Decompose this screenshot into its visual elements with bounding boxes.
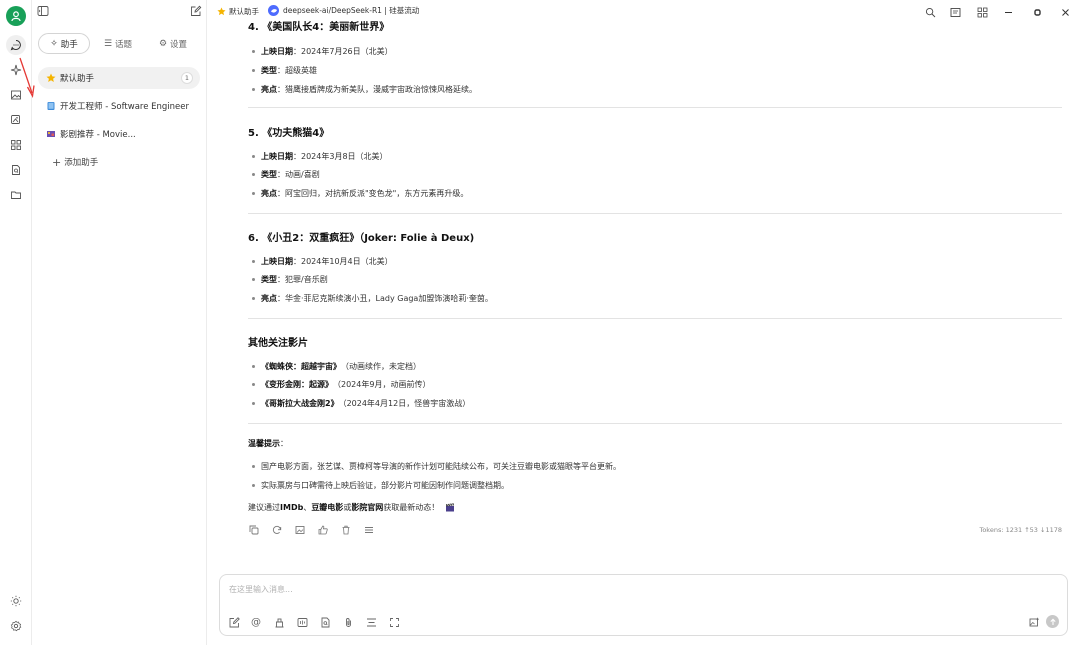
image-translate-icon[interactable] [6, 110, 26, 130]
tab-topics[interactable]: ☰ 话题 [90, 33, 146, 54]
list-item: 《哥斯拉大战金刚2》 （2024年4月12日，怪兽宇宙激战） [252, 398, 470, 409]
search-icon[interactable] [923, 5, 937, 19]
list-item: 亮点 ：华金·菲尼克斯续演小丑，Lady Gaga加盟饰演哈莉·奎茵。 [252, 293, 493, 304]
assistant-icon[interactable] [273, 616, 285, 628]
list-item: 《变形金刚：起源》 （2024年9月，动画前传） [252, 379, 430, 390]
minimize-icon[interactable] [1001, 5, 1015, 19]
new-chat-icon[interactable] [190, 5, 202, 17]
tab-settings[interactable]: ⚙ 设置 [146, 33, 200, 54]
thumbs-up-icon[interactable] [317, 524, 329, 536]
list-icon: ☰ [103, 38, 113, 49]
image-generate-icon[interactable] [1028, 616, 1040, 628]
mention-icon[interactable]: @ [250, 616, 262, 628]
divider [248, 213, 1062, 214]
film-emoji-icon [46, 129, 56, 139]
folder-icon[interactable] [6, 185, 26, 205]
settings-gear-icon[interactable] [6, 616, 26, 636]
book-emoji-icon [46, 101, 56, 111]
layout-icon[interactable] [948, 5, 962, 19]
assistant-item-software-engineer[interactable]: 开发工程师 - Software Engineer [38, 95, 200, 117]
assistant-item-default[interactable]: 默认助手 1 [38, 67, 200, 89]
divider [248, 318, 1062, 319]
list-item: 亮点 ：猎鹰接盾牌成为新美队，漫威宇宙政治惊悚风格延续。 [252, 84, 477, 95]
current-assistant[interactable]: 默认助手 [217, 6, 259, 17]
topic-count-badge: 1 [181, 72, 193, 84]
sidebar-toggle-icon[interactable] [37, 5, 49, 17]
theme-toggle-icon[interactable] [6, 591, 26, 611]
list-item: 类型 ：动画/喜剧 [252, 169, 320, 180]
new-topic-icon[interactable] [228, 616, 240, 628]
message-input-box: @ [219, 574, 1068, 636]
message-actions [248, 524, 386, 536]
attachment-icon[interactable] [342, 616, 354, 628]
list-item: 上映日期 ：2024年3月8日（北美） [252, 151, 388, 162]
copy-icon[interactable] [248, 524, 260, 536]
tips-heading: 温馨提示： [248, 439, 288, 448]
add-assistant-button[interactable]: + 添加助手 [38, 151, 200, 173]
arrow-up-icon [1049, 618, 1056, 625]
image-icon[interactable] [6, 85, 26, 105]
list-item: 上映日期 ：2024年7月26日（北美） [252, 46, 393, 57]
movie-6-heading: 6. 《小丑2：双重疯狂》（Joker: Folie à Deux) [248, 233, 475, 244]
apps-icon[interactable] [6, 135, 26, 155]
restore-icon[interactable] [1030, 5, 1044, 19]
star-icon [217, 7, 226, 16]
divider [248, 423, 1062, 424]
list-item: 实际票房与口碑需待上映后验证，部分影片可能因制作问题调整档期。 [252, 480, 509, 491]
clear-context-icon[interactable] [365, 616, 377, 628]
assistant-panel: ✧ 助手 ☰ 话题 ⚙ 设置 默认助手 1 开发工程师 - Software Engi… [32, 0, 207, 645]
list-item: 类型 ：超级英雄 [252, 65, 317, 76]
list-item: 《蜘蛛侠：超越宇宙》 （动画续作，未定档） [252, 361, 421, 372]
movie-5-heading: 5. 《功夫熊猫4》 [248, 128, 330, 139]
delete-icon[interactable] [340, 524, 352, 536]
prompt-icon[interactable] [296, 616, 308, 628]
export-image-icon[interactable] [294, 524, 306, 536]
tab-assistants[interactable]: ✧ 助手 [38, 33, 90, 54]
expand-icon[interactable] [388, 616, 400, 628]
list-item: 上映日期 ：2024年10月4日（北美） [252, 256, 393, 267]
token-count: Tokens: 1231 ↑53 ↓1178 [979, 526, 1062, 534]
list-item: 类型 ：犯罪/音乐剧 [252, 274, 328, 285]
chat-icon[interactable] [6, 35, 26, 55]
star-emoji-icon [46, 73, 56, 83]
closing-line: 建议通过 IMDb、豆瓣电影或影院官网 获取最新动态！ [248, 502, 455, 513]
grid-icon[interactable] [975, 5, 989, 19]
icon-rail [0, 0, 32, 645]
list-item: 国产电影方面，张艺谋、贾樟柯等导演的新作计划可能陆续公布，可关注豆瓣电影或猫眼等… [252, 461, 621, 472]
close-icon[interactable] [1058, 5, 1072, 19]
gear-icon: ⚙ [158, 38, 168, 49]
message-input[interactable] [229, 581, 829, 597]
send-button[interactable] [1046, 615, 1059, 628]
movie-4-heading: 4. 《美国队长4：美丽新世界》 [248, 22, 390, 33]
plus-icon: + [52, 155, 62, 169]
others-heading: 其他关注影片 [248, 338, 308, 349]
file-search-icon[interactable] [6, 160, 26, 180]
panel-header [32, 0, 207, 24]
menu-icon[interactable] [363, 524, 375, 536]
user-avatar[interactable] [6, 6, 26, 26]
knowledge-icon[interactable] [319, 616, 331, 628]
divider [248, 107, 1062, 108]
assistant-item-movie[interactable]: 影剧推荐 - Movie... [38, 123, 200, 145]
clapper-emoji-icon [445, 503, 455, 512]
regenerate-icon[interactable] [271, 524, 283, 536]
sparkle-icon[interactable] [6, 60, 26, 80]
sparkle-icon: ✧ [50, 38, 58, 49]
list-item: 亮点 ：阿宝回归，对抗新反派"变色龙"，东方元素再升级。 [252, 188, 468, 199]
panel-tabs: ✧ 助手 ☰ 话题 ⚙ 设置 [38, 33, 200, 54]
model-selector[interactable]: deepseek-ai/DeepSeek-R1 | 硅基流动 [268, 5, 419, 16]
deepseek-logo-icon [268, 5, 279, 16]
